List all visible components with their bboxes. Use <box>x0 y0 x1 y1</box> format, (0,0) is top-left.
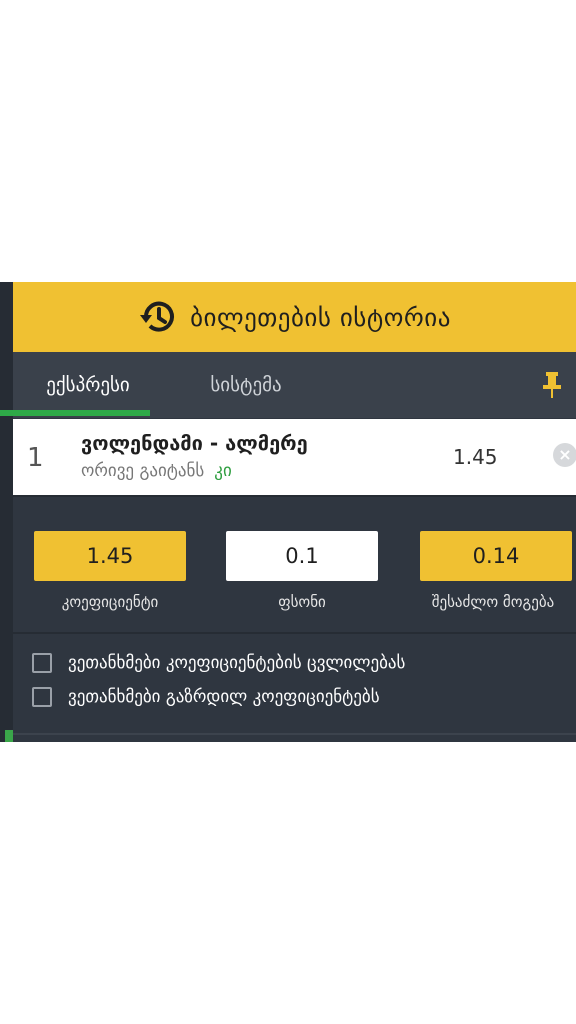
betslip-panel: ბილეთების ისტორია ექსპრესი სისტემა 1 ვოლ… <box>0 282 576 742</box>
bet-item: 1 ვოლენდამი - ალმერე ორივე გაიტანს კი 1.4… <box>13 419 576 495</box>
accept-increased-odds-label: ვეთანხმები გაზრდილ კოეფიციენტებს <box>68 687 380 707</box>
accept-odds-change-checkbox[interactable] <box>32 653 52 673</box>
accept-odds-change-label: ვეთანხმები კოეფიციენტების ცვლილებას <box>68 653 406 673</box>
stake-input[interactable]: 0.1 <box>226 531 378 581</box>
coefficient-box: 1.45 <box>34 531 186 581</box>
history-icon <box>138 297 178 337</box>
coefficient-label: კოეფიციენტი <box>61 593 159 611</box>
header-title: ბილეთების ისტორია <box>190 302 451 332</box>
active-tab-indicator <box>0 410 150 416</box>
tab-express[interactable]: ექსპრესი <box>13 352 163 418</box>
bet-type-tabs: ექსპრესი სისტემა <box>13 352 576 418</box>
tab-system[interactable]: სისტემა <box>171 352 321 418</box>
payout-label: შესაძლო მოგება <box>431 593 555 611</box>
stake-label: ფსონი <box>278 593 326 611</box>
bet-pick: კი <box>214 461 232 481</box>
payout-box: 0.14 <box>420 531 572 581</box>
divider <box>13 632 576 634</box>
accept-increased-odds-option[interactable]: ვეთანხმები გაზრდილ კოეფიციენტებს <box>32 687 380 707</box>
bet-odd: 1.45 <box>453 445 498 469</box>
close-icon[interactable]: × <box>553 443 576 467</box>
bet-match: ვოლენდამი - ალმერე <box>81 431 308 455</box>
bet-market-label: ორივე გაიტანს <box>81 461 205 481</box>
bet-index: 1 <box>27 443 44 473</box>
accept-odds-change-option[interactable]: ვეთანხმები კოეფიციენტების ცვლილებას <box>32 653 405 673</box>
accept-increased-odds-checkbox[interactable] <box>32 687 52 707</box>
divider <box>13 495 576 497</box>
pin-icon[interactable] <box>542 372 562 398</box>
green-edge-marker <box>5 730 13 742</box>
bet-market: ორივე გაიტანს კი <box>81 461 232 481</box>
divider <box>13 733 576 735</box>
ticket-history-header[interactable]: ბილეთების ისტორია <box>13 282 576 352</box>
left-edge-strip <box>0 282 13 742</box>
